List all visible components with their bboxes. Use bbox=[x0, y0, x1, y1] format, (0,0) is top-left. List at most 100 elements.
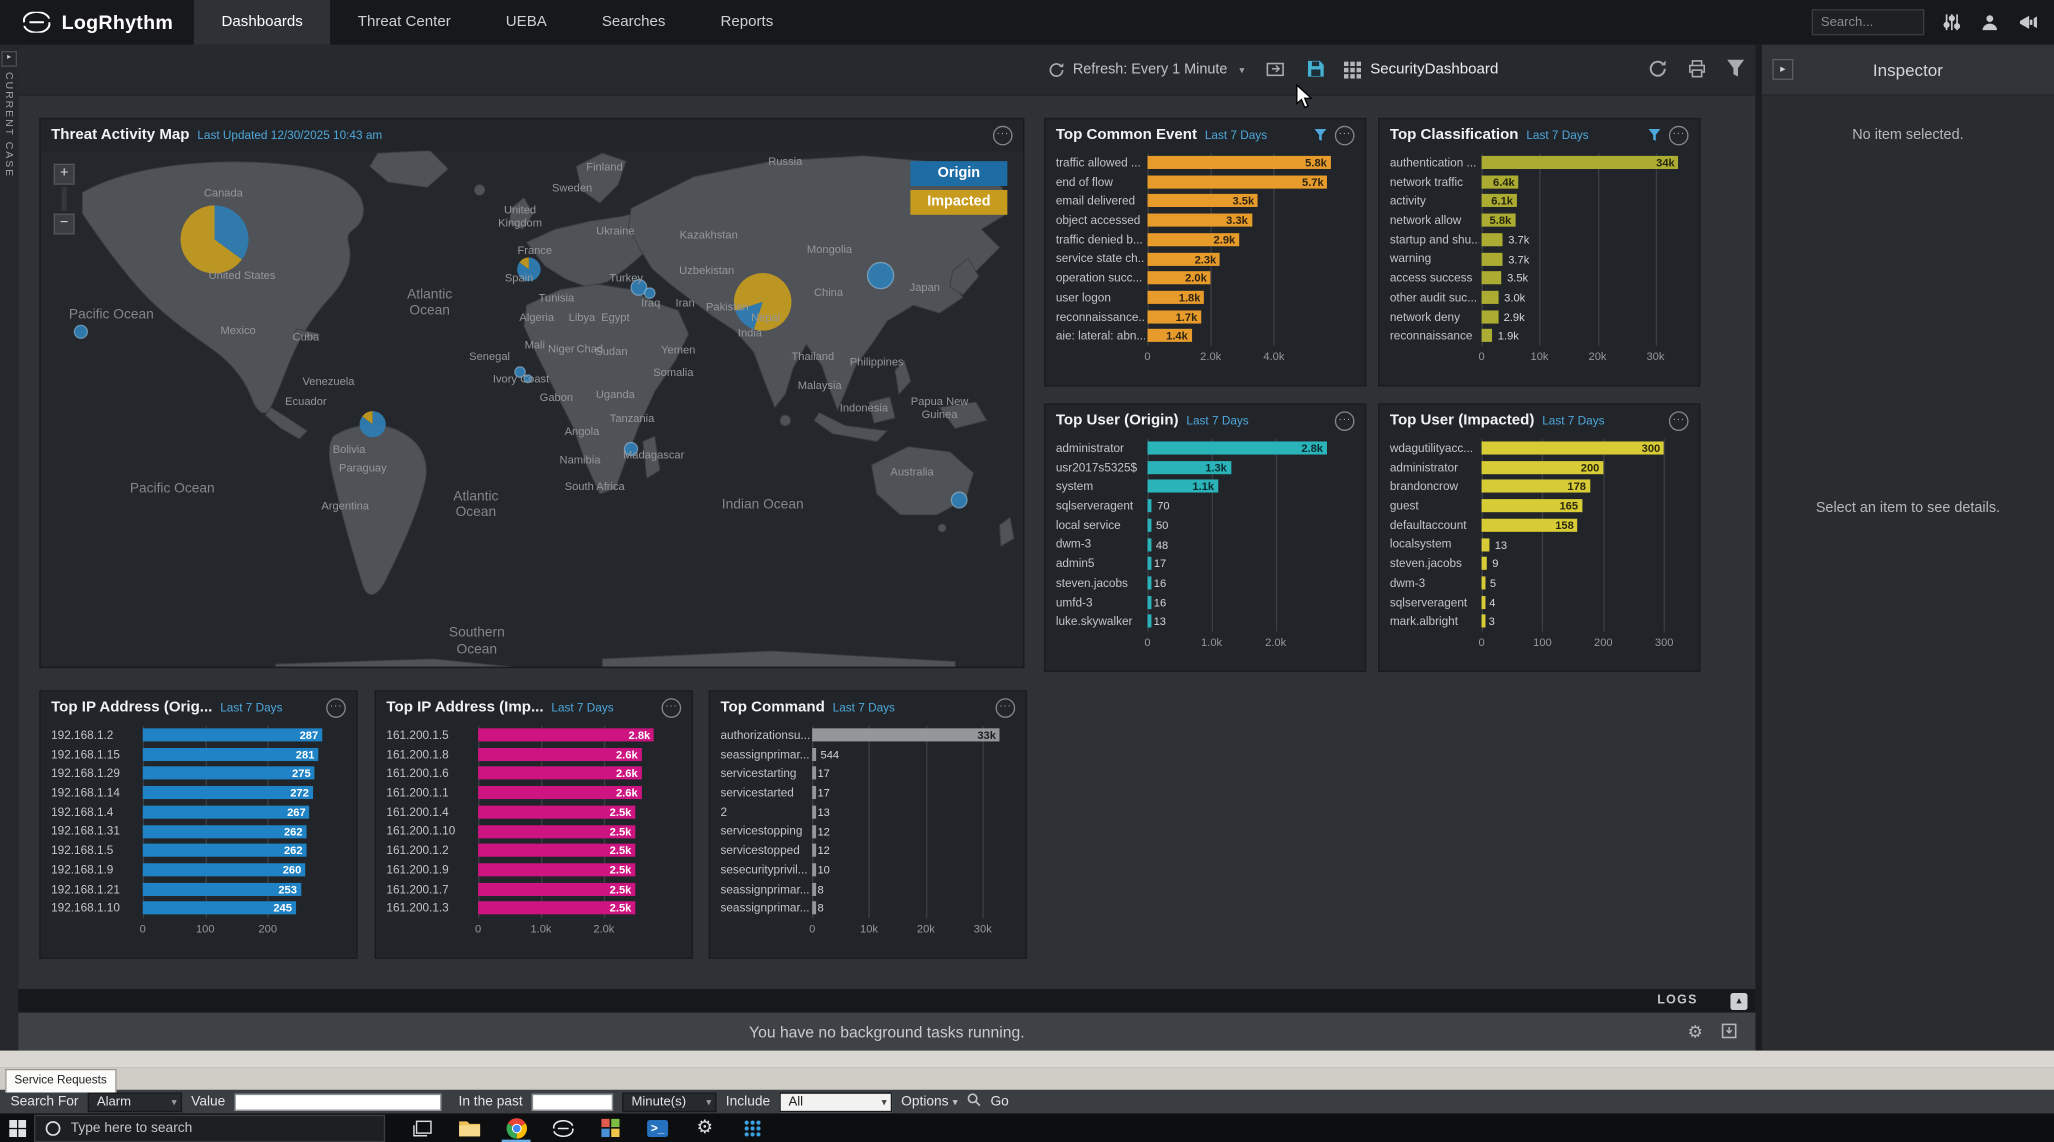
collapse-inspector-icon[interactable] bbox=[1772, 59, 1793, 80]
widget-menu-icon[interactable] bbox=[326, 698, 346, 718]
map-threat-point[interactable] bbox=[734, 273, 791, 331]
bar[interactable]: 2.0k bbox=[1148, 271, 1211, 284]
bar[interactable]: 2.5k bbox=[478, 902, 635, 915]
bar[interactable]: 158 bbox=[1482, 518, 1578, 531]
world-map[interactable]: RussiaFinlandSwedenCanadaUnited KingdomU… bbox=[41, 151, 1023, 667]
bar[interactable]: 253 bbox=[143, 882, 301, 895]
bar[interactable]: 1.4k bbox=[1148, 329, 1192, 342]
map-threat-point[interactable] bbox=[951, 492, 967, 508]
tasks-tray-icon[interactable] bbox=[1721, 1022, 1737, 1042]
filter-icon[interactable] bbox=[1648, 128, 1661, 141]
bar[interactable] bbox=[1148, 615, 1152, 628]
legend-origin-button[interactable]: Origin bbox=[910, 161, 1007, 186]
widget-menu-icon[interactable] bbox=[1335, 411, 1355, 431]
bar[interactable] bbox=[812, 882, 816, 895]
tab-reports[interactable]: Reports bbox=[693, 0, 801, 45]
global-search-input[interactable] bbox=[1812, 9, 1925, 35]
logs-panel-bar[interactable]: LOGS bbox=[18, 989, 1755, 1013]
map-threat-point[interactable] bbox=[517, 258, 541, 282]
bar[interactable] bbox=[812, 844, 816, 857]
bar[interactable]: 2.6k bbox=[478, 767, 641, 780]
bar[interactable] bbox=[1482, 233, 1503, 246]
bar[interactable] bbox=[1482, 576, 1486, 589]
bar[interactable] bbox=[1482, 557, 1487, 570]
filters-icon[interactable] bbox=[1941, 12, 1962, 33]
tab-searches[interactable]: Searches bbox=[574, 0, 693, 45]
bar[interactable]: 245 bbox=[143, 902, 296, 915]
bar[interactable]: 165 bbox=[1482, 499, 1582, 512]
bar[interactable]: 2.5k bbox=[478, 882, 635, 895]
bar[interactable]: 2.8k bbox=[478, 728, 654, 741]
save-dashboard-icon[interactable] bbox=[1306, 59, 1327, 80]
map-zoom-out-button[interactable] bbox=[54, 214, 75, 235]
map-threat-point[interactable] bbox=[515, 367, 525, 377]
widget-menu-icon[interactable] bbox=[1669, 411, 1689, 431]
include-dropdown[interactable]: All bbox=[779, 1092, 892, 1112]
bar[interactable] bbox=[1148, 538, 1152, 551]
bar[interactable]: 262 bbox=[143, 844, 307, 857]
bar[interactable]: 2.5k bbox=[478, 825, 635, 838]
bar[interactable]: 2.5k bbox=[478, 844, 635, 857]
bar[interactable] bbox=[1482, 595, 1486, 608]
chrome-icon[interactable] bbox=[493, 1113, 540, 1142]
bar[interactable]: 6.4k bbox=[1482, 175, 1519, 188]
bar[interactable]: 5.8k bbox=[1482, 214, 1516, 227]
dashboard-selector[interactable]: SecurityDashboard bbox=[1344, 45, 1498, 95]
bar[interactable] bbox=[1482, 271, 1502, 284]
map-zoom-in-button[interactable] bbox=[54, 164, 75, 185]
map-threat-point[interactable] bbox=[524, 375, 532, 383]
time-unit-dropdown[interactable]: Minute(s) bbox=[622, 1092, 716, 1112]
tab-ueba[interactable]: UEBA bbox=[478, 0, 574, 45]
bar[interactable]: 33k bbox=[812, 728, 1000, 741]
search-type-dropdown[interactable]: Alarm bbox=[88, 1092, 182, 1112]
task-view-button[interactable] bbox=[398, 1113, 445, 1142]
taskbar-search-box[interactable]: Type here to search bbox=[34, 1114, 385, 1142]
bar[interactable]: 5.7k bbox=[1148, 175, 1328, 188]
map-threat-point[interactable] bbox=[360, 411, 386, 437]
map-threat-point[interactable] bbox=[645, 288, 655, 298]
expand-case-icon[interactable] bbox=[1, 51, 17, 67]
map-threat-point[interactable] bbox=[181, 205, 249, 273]
tab-threat-center[interactable]: Threat Center bbox=[330, 0, 478, 45]
bar[interactable]: 281 bbox=[143, 748, 319, 761]
tab-service-requests[interactable]: Service Requests bbox=[5, 1069, 116, 1093]
announcements-icon[interactable] bbox=[2017, 12, 2038, 33]
refresh-interval-dropdown[interactable]: Refresh: Every 1 Minute bbox=[1048, 45, 1245, 95]
bar[interactable] bbox=[812, 805, 816, 818]
map-threat-point[interactable] bbox=[74, 325, 87, 338]
bar[interactable] bbox=[1482, 538, 1490, 551]
bar[interactable]: 287 bbox=[143, 728, 322, 741]
apps-grid-icon[interactable] bbox=[728, 1113, 775, 1142]
widget-menu-icon[interactable] bbox=[1669, 125, 1689, 145]
map-zoom-track[interactable] bbox=[62, 187, 67, 211]
bar[interactable] bbox=[1482, 615, 1486, 628]
value-input[interactable] bbox=[235, 1093, 442, 1110]
bar[interactable]: 178 bbox=[1482, 480, 1590, 493]
bar[interactable] bbox=[1148, 499, 1152, 512]
start-button[interactable] bbox=[0, 1113, 34, 1142]
bar[interactable]: 2.3k bbox=[1148, 252, 1221, 265]
options-dropdown[interactable]: Options bbox=[901, 1094, 958, 1110]
bar[interactable]: 1.3k bbox=[1148, 461, 1231, 474]
bar[interactable]: 2.6k bbox=[478, 786, 641, 799]
logrhythm-console-icon[interactable] bbox=[540, 1113, 587, 1142]
map-threat-point[interactable] bbox=[868, 262, 894, 288]
bar[interactable] bbox=[812, 902, 816, 915]
bar[interactable]: 267 bbox=[143, 805, 310, 818]
bar[interactable]: 6.1k bbox=[1482, 194, 1517, 207]
bar[interactable] bbox=[1482, 310, 1499, 323]
widget-menu-icon[interactable] bbox=[662, 698, 682, 718]
bar[interactable]: 1.7k bbox=[1148, 310, 1202, 323]
bar[interactable]: 2.9k bbox=[1148, 233, 1240, 246]
bar[interactable]: 3.3k bbox=[1148, 214, 1252, 227]
widget-menu-icon[interactable] bbox=[1335, 125, 1355, 145]
bar[interactable] bbox=[1148, 576, 1152, 589]
reset-dashboard-icon[interactable] bbox=[1648, 59, 1668, 85]
go-button[interactable]: Go bbox=[990, 1094, 1008, 1110]
print-icon[interactable] bbox=[1687, 59, 1707, 85]
widget-menu-icon[interactable] bbox=[996, 698, 1016, 718]
legend-impacted-button[interactable]: Impacted bbox=[910, 190, 1007, 215]
bar[interactable]: 275 bbox=[143, 767, 315, 780]
bar[interactable]: 2.5k bbox=[478, 805, 635, 818]
settings-gear-icon[interactable] bbox=[681, 1113, 728, 1142]
